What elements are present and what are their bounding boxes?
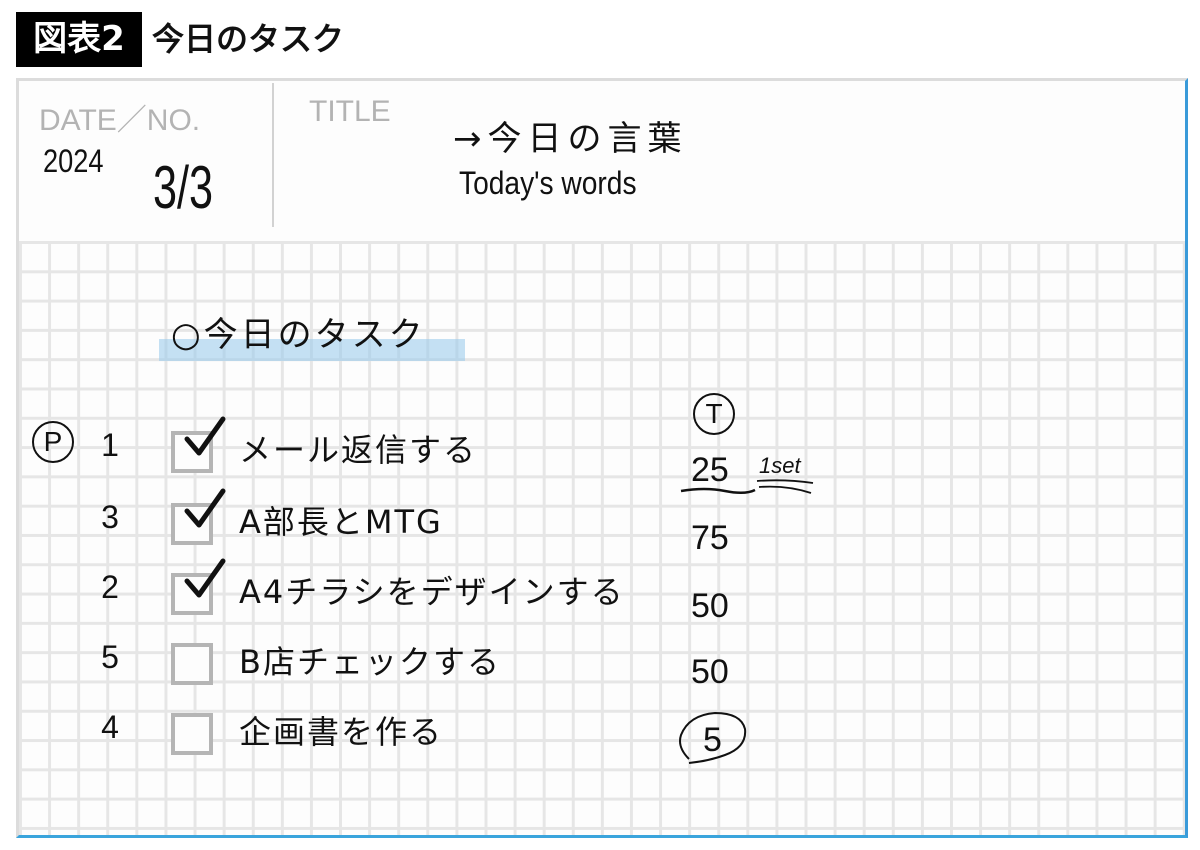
year: 2024	[43, 143, 104, 179]
task-label: A部長とMTG	[239, 503, 443, 541]
circled-time-annotation	[679, 711, 747, 764]
section-heading: ○今日のタスク	[171, 307, 426, 356]
checkmark-icon	[184, 558, 226, 598]
circle-stroke	[679, 711, 747, 764]
task-priority: 2	[101, 569, 119, 605]
figure-label: 図表2	[16, 12, 142, 67]
title-japanese: →今日の言葉	[453, 119, 688, 159]
circle-bullet-icon: ○	[171, 315, 204, 355]
notebook-sheet: DATE／NO. TITLE 2024 3/3 →今日の言葉 Today's w…	[16, 78, 1188, 838]
task-row: 2 A4チラシをデザインする	[19, 558, 719, 619]
section-heading-text: 今日のタスク	[203, 315, 426, 355]
task-label: メール返信する	[239, 431, 478, 469]
task-row: 4 企画書を作る	[19, 709, 719, 759]
set-underline-1	[756, 479, 814, 484]
title-english: Today's words	[459, 165, 637, 201]
date-label: DATE／NO.	[39, 104, 201, 137]
figure-title: 今日のタスク	[152, 20, 345, 58]
task-priority: 3	[101, 499, 119, 535]
checkmark-icon	[184, 416, 226, 456]
task-label: A4チラシをデザインする	[239, 573, 625, 611]
task-priority: 5	[101, 639, 119, 675]
task-time: 50	[691, 653, 729, 691]
task-row: 5 B店チェックする	[19, 639, 719, 689]
underline-annotations	[680, 479, 814, 494]
task-label: B店チェックする	[239, 643, 501, 681]
task-label: 企画書を作る	[239, 713, 444, 751]
task-priority: 4	[101, 709, 119, 745]
task-time: 50	[691, 587, 729, 625]
task-priority: 1	[101, 427, 119, 463]
date-value: 3/3	[153, 154, 214, 221]
time-underline	[680, 487, 756, 494]
title-label: TITLE	[309, 95, 391, 128]
task-checkbox[interactable]	[171, 713, 213, 755]
task-checkbox[interactable]	[171, 643, 213, 685]
set-underline-2	[758, 485, 812, 494]
task-row: 1 メール返信する	[19, 416, 719, 477]
header-divider	[272, 83, 274, 227]
task-row: 3 A部長とMTG	[19, 488, 719, 549]
checkmark-icon	[184, 488, 226, 528]
task-time: 75	[691, 519, 729, 557]
